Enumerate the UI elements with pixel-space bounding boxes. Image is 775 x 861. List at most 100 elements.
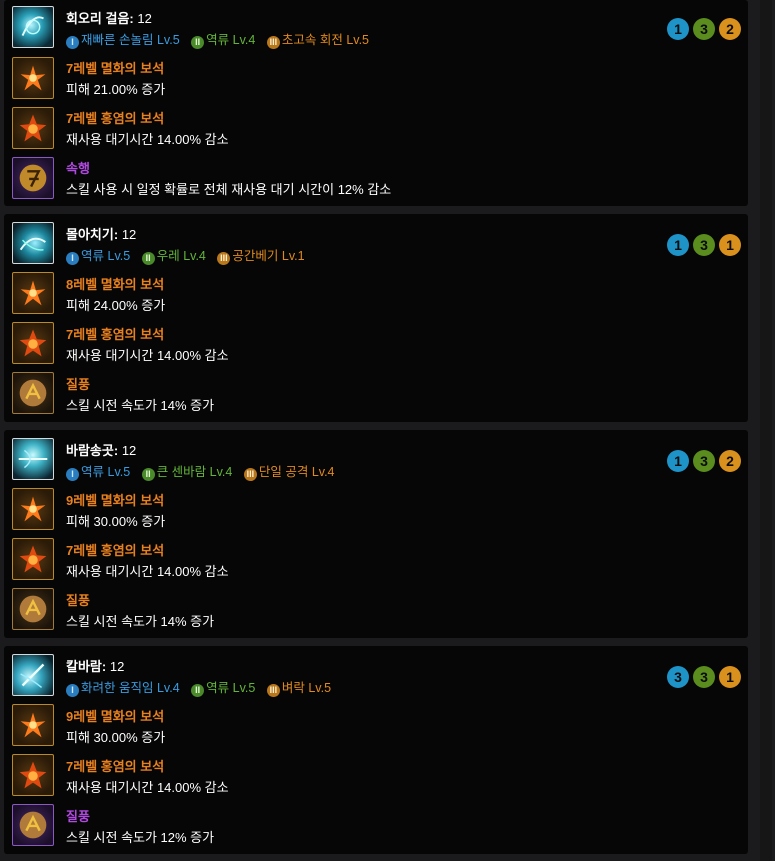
rune-icon xyxy=(12,372,54,414)
tripod-name: 공간베기 xyxy=(232,249,279,263)
tripod-pip: 3 xyxy=(693,666,715,688)
skill-title: 회오리 걸음: 12 xyxy=(66,8,152,27)
skill-icon xyxy=(12,654,54,696)
tripod-row: I 역류 Lv.5 II 우레 Lv.4 III 공간베기 Lv.1 xyxy=(66,245,313,265)
crimson-flame-gem-icon xyxy=(12,107,54,149)
tripod-name: 우레 xyxy=(156,249,180,263)
scrollbar-thumb[interactable] xyxy=(760,0,772,861)
annihilation-gem-icon xyxy=(12,57,54,99)
rune-name: 속행 xyxy=(66,161,90,176)
tripod-pip: 1 xyxy=(667,18,689,40)
gem-name: 8레벨 멸화의 보석 xyxy=(66,277,165,292)
skill-title: 칼바람: 12 xyxy=(66,656,124,675)
skill-icon xyxy=(12,6,54,48)
skill-card: 칼바람: 12 I 화려한 움직임 Lv.4 II 역류 Lv.5 III 벼락 Lv… xyxy=(4,646,748,854)
tripod-row: I 역류 Lv.5 II 큰 센바람 Lv.4 III 단일 공격 Lv.4 xyxy=(66,461,343,481)
crimson-flame-gem-icon xyxy=(12,538,54,580)
skill-card: 바람송곳: 12 I 역류 Lv.5 II 큰 센바람 Lv.4 III 단일 공격 … xyxy=(4,430,748,638)
skill-title: 몰아치기: 12 xyxy=(66,224,136,243)
level-separator: : xyxy=(113,227,119,242)
tripod-name: 단일 공격 xyxy=(258,465,309,479)
tripod-pip: 1 xyxy=(719,234,741,256)
tier-badge-icon: II xyxy=(191,684,205,697)
tripod-pip: 2 xyxy=(719,450,741,472)
tripod-pip: 1 xyxy=(719,666,741,688)
tripod-name: 벼락 xyxy=(281,681,305,695)
rune-desc: 스킬 시전 속도가 14% 증가 xyxy=(66,614,215,629)
tier-badge-icon: II xyxy=(191,36,205,49)
skill-name: 바람송곳 xyxy=(66,443,114,458)
tripod-name: 역류 xyxy=(81,249,105,263)
skill-level: 12 xyxy=(137,11,152,26)
tripod-pip: 3 xyxy=(693,18,715,40)
rune-desc: 스킬 사용 시 일정 확률로 전체 재사용 대기 시간이 12% 감소 xyxy=(66,182,392,197)
crimson-flame-gem-icon xyxy=(12,754,54,796)
tripod-name: 재빠른 손놀림 xyxy=(81,33,154,47)
skill-title: 바람송곳: 12 xyxy=(66,440,136,459)
gem-name: 9레벨 멸화의 보석 xyxy=(66,709,165,724)
tier-badge-icon: III xyxy=(266,684,280,697)
skill-name: 회오리 걸음 xyxy=(66,11,130,26)
tripod-name: 큰 센바람 xyxy=(156,465,207,479)
tripod-pip: 1 xyxy=(667,450,689,472)
gem-desc: 재사용 대기시간 14.00% 감소 xyxy=(66,564,229,579)
skill-list: 회오리 걸음: 12 I 재빠른 손놀림 Lv.5 II 역류 Lv.4 III 초고… xyxy=(0,0,775,861)
gem-name: 7레벨 멸화의 보석 xyxy=(66,61,165,76)
tripod-pip: 3 xyxy=(667,666,689,688)
rune-icon xyxy=(12,588,54,630)
tier-badge-icon: I xyxy=(66,252,79,265)
tripod-name: 역류 xyxy=(206,681,230,695)
rune-icon xyxy=(12,804,54,846)
tripod-pip: 3 xyxy=(693,450,715,472)
rune-icon xyxy=(12,157,54,199)
skill-level: 12 xyxy=(109,659,125,674)
tier-badge-icon: I xyxy=(66,684,79,697)
gem-desc: 피해 24.00% 증가 xyxy=(66,298,166,313)
tripod-level: Lv.4 xyxy=(183,249,206,263)
tripod-level: Lv.5 xyxy=(107,465,131,479)
tier-badge-icon: III xyxy=(217,252,231,265)
tripod-name: 역류 xyxy=(81,465,105,479)
level-separator: : xyxy=(113,443,119,458)
tripod-pips: 1 3 1 xyxy=(667,234,741,256)
annihilation-gem-icon xyxy=(12,488,54,530)
tripod-pips: 1 3 2 xyxy=(667,450,741,472)
gem-desc: 재사용 대기시간 14.00% 감소 xyxy=(66,780,229,795)
rune-desc: 스킬 시전 속도가 12% 증가 xyxy=(66,830,215,845)
tripod-name: 화려한 움직임 xyxy=(81,681,154,695)
skill-level: 12 xyxy=(121,227,137,242)
tier-badge-icon: I xyxy=(66,36,79,49)
crimson-flame-gem-icon xyxy=(12,322,54,364)
gem-desc: 피해 21.00% 증가 xyxy=(66,82,166,97)
tripod-pips: 3 3 1 xyxy=(667,666,741,688)
tripod-level: Lv.5 xyxy=(232,681,256,695)
gem-name: 9레벨 멸화의 보석 xyxy=(66,493,165,508)
skill-icon xyxy=(12,438,54,480)
tripod-level: Lv.4 xyxy=(311,465,335,479)
skill-name: 칼바람 xyxy=(66,659,102,674)
tripod-pips: 1 3 2 xyxy=(667,18,741,40)
skill-name: 몰아치기 xyxy=(66,227,114,242)
tier-badge-icon: II xyxy=(141,252,155,265)
tripod-row: I 화려한 움직임 Lv.4 II 역류 Lv.5 III 벼락 Lv.5 xyxy=(66,677,339,697)
scrollbar-track[interactable] xyxy=(755,0,775,861)
tier-badge-icon: II xyxy=(141,468,155,481)
tripod-level: Lv.4 xyxy=(156,681,180,695)
gem-name: 7레벨 홍염의 보석 xyxy=(66,543,165,558)
annihilation-gem-icon xyxy=(12,704,54,746)
tripod-level: Lv.5 xyxy=(308,681,332,695)
tripod-level: Lv.5 xyxy=(346,33,370,47)
tier-badge-icon: III xyxy=(266,36,280,49)
tripod-pip: 1 xyxy=(667,234,689,256)
rune-name: 질풍 xyxy=(66,809,90,824)
tripod-level: Lv.4 xyxy=(232,33,256,47)
skill-icon xyxy=(12,222,54,264)
skill-card: 회오리 걸음: 12 I 재빠른 손놀림 Lv.5 II 역류 Lv.4 III 초고… xyxy=(4,0,748,206)
tier-badge-icon: I xyxy=(66,468,79,481)
skill-level: 12 xyxy=(121,443,137,458)
tripod-level: Lv.1 xyxy=(281,249,305,263)
tripod-level: Lv.5 xyxy=(156,33,180,47)
annihilation-gem-icon xyxy=(12,272,54,314)
gem-desc: 재사용 대기시간 14.00% 감소 xyxy=(66,132,229,147)
tier-badge-icon: III xyxy=(243,468,257,481)
